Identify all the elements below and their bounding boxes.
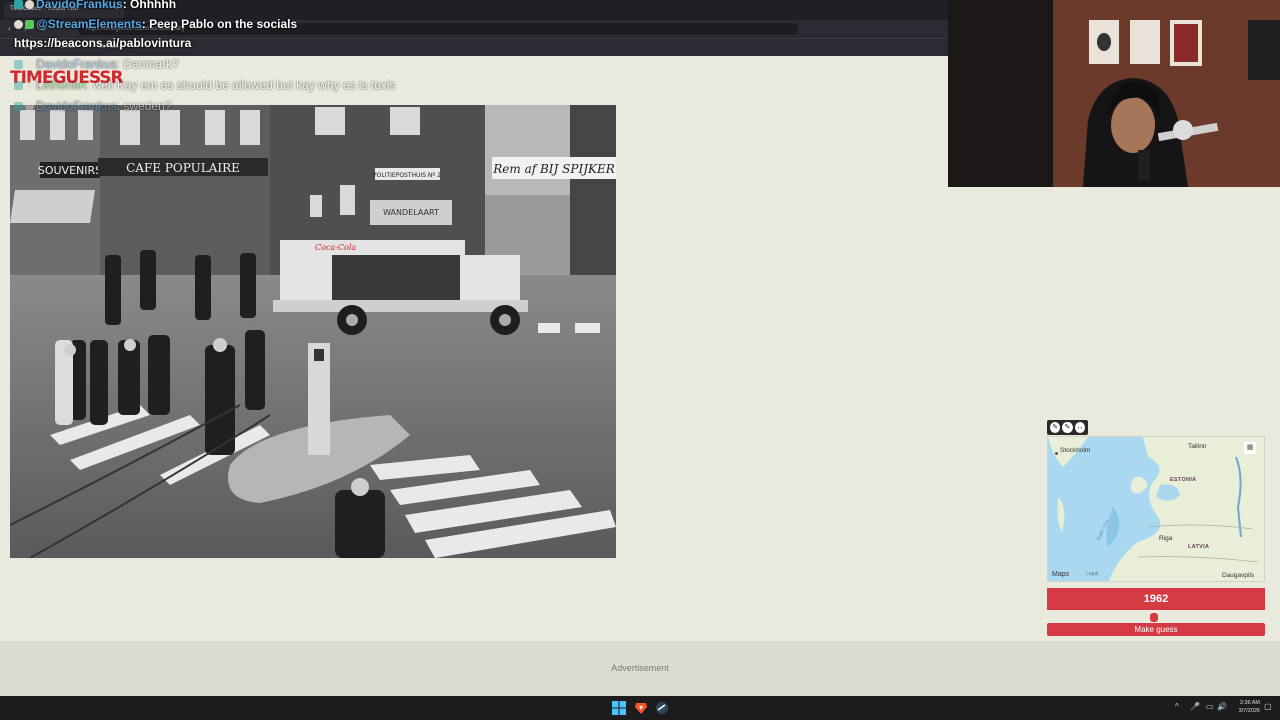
chat-username[interactable]: @StreamElements xyxy=(36,17,142,31)
chat-badge-icon xyxy=(25,60,34,70)
map-expand-icon[interactable]: ↔ xyxy=(1074,422,1085,433)
network-icon[interactable]: ▭ xyxy=(1206,702,1214,711)
chat-message: Lethorian: well Kay em es should be allo… xyxy=(14,78,396,92)
webcam-image xyxy=(948,0,1280,187)
chat-message: DavidoFrankus: Danmark? xyxy=(14,57,179,71)
map-city-dot xyxy=(1055,452,1058,455)
year-slider-thumb[interactable] xyxy=(1149,613,1158,622)
sign-cafe: CAFE POPULAIRE xyxy=(126,161,240,175)
chat-text: Peep Pablo on the socials xyxy=(149,17,298,31)
make-guess-button[interactable]: Make guess xyxy=(1047,623,1265,636)
advertisement-area: Advertisement xyxy=(0,641,1280,696)
brave-browser-icon[interactable] xyxy=(634,701,648,715)
map-legal-link[interactable]: Legal xyxy=(1086,571,1098,577)
chat-badge-icon xyxy=(14,102,23,112)
map-label-riga: Riga xyxy=(1159,535,1173,542)
chat-text: sweden? xyxy=(123,99,172,113)
chat-badge-icon xyxy=(25,20,34,30)
map-label-stockholm: Stockholm xyxy=(1060,447,1091,454)
chat-badge-icon xyxy=(14,20,23,30)
chat-badge-icon xyxy=(14,0,23,10)
tray-overflow-icon[interactable]: ^ xyxy=(1175,702,1179,711)
chat-badge-icon xyxy=(25,102,34,112)
clock-time: 2:36 AM xyxy=(1239,700,1260,706)
map-pin-icon[interactable]: ✎ xyxy=(1050,422,1061,433)
chat-message: DavidoFrankus: sweden? xyxy=(14,99,171,113)
steam-icon[interactable] xyxy=(655,701,669,715)
webcam-feed xyxy=(948,0,1280,187)
chat-message: https://beacons.ai/pablovintura xyxy=(14,36,191,50)
chat-badge-icon xyxy=(14,81,23,91)
guess-map[interactable]: Stockholm Tallinn ESTONIA Riga LATVIA Da… xyxy=(1047,436,1265,582)
chat-text: well Kay em es should be allowed but kay… xyxy=(92,78,396,92)
chat-text: Ohhhhh xyxy=(130,0,177,11)
chat-text: Danmark? xyxy=(123,57,179,71)
chat-username[interactable]: DavidoFrankus xyxy=(36,57,117,71)
clock-date: 3/7/2026 xyxy=(1238,708,1260,714)
year-slider[interactable] xyxy=(1047,613,1265,622)
round-photo: SOUVENIRS CAFE POPULAIRE POLITIEPOSTHUIS… xyxy=(10,105,616,558)
street-scene-image: SOUVENIRS CAFE POPULAIRE POLITIEPOSTHUIS… xyxy=(10,105,616,558)
sign-banner: Rem af BIJ SPIJKER xyxy=(492,162,615,176)
chat-username[interactable]: DavidoFrankus xyxy=(36,99,117,113)
chat-link[interactable]: https://beacons.ai/pablovintura xyxy=(14,36,191,50)
map-land-image xyxy=(1048,437,1264,581)
volume-icon[interactable]: 🔊 xyxy=(1217,702,1227,711)
taskbar-clock[interactable]: 2:36 AM 3/7/2026 xyxy=(1230,699,1260,715)
advertisement-label: Advertisement xyxy=(611,663,669,673)
map-layers-icon[interactable]: ▦ xyxy=(1244,442,1256,454)
map-label-estonia: ESTONIA xyxy=(1170,477,1197,483)
windows-taskbar: ^ 🎤 ▭ 🔊 2:36 AM 3/7/2026 ▢ xyxy=(0,696,1280,720)
maps-brand: Maps xyxy=(1052,571,1070,578)
sign-police: POLITIEPOSTHUIS Nº 2 xyxy=(373,172,441,179)
sign-souvenirs: SOUVENIRS xyxy=(38,164,102,177)
chat-username[interactable]: Lethorian xyxy=(36,78,86,92)
year-display: 1962 xyxy=(1047,588,1265,610)
map-label-latvia: LATVIA xyxy=(1188,544,1210,550)
windows-start-icon[interactable] xyxy=(612,701,626,715)
sign-notice: WANDELAART xyxy=(383,208,439,217)
map-label-tallinn: Tallinn xyxy=(1188,443,1207,450)
chat-badge-icon xyxy=(25,0,34,10)
map-toolbar: ✎ ✎ ↔ xyxy=(1047,420,1088,435)
chat-message: @StreamElements: Peep Pablo on the socia… xyxy=(14,17,297,31)
microphone-icon[interactable]: 🎤 xyxy=(1190,702,1200,711)
notification-icon[interactable]: ▢ xyxy=(1264,702,1272,711)
chat-username[interactable]: DavidoFrankus xyxy=(36,0,123,11)
map-label-daugavpils: Daugavpils xyxy=(1222,572,1255,579)
chat-badge-icon xyxy=(25,81,34,91)
chat-message: DavidoFrankus: Ohhhhh xyxy=(14,0,176,11)
back-icon[interactable]: ‹ xyxy=(8,24,11,33)
map-edit-icon[interactable]: ✎ xyxy=(1062,422,1073,433)
truck-logo: Coca-Cola xyxy=(315,243,356,252)
chat-badge-icon xyxy=(14,60,23,70)
